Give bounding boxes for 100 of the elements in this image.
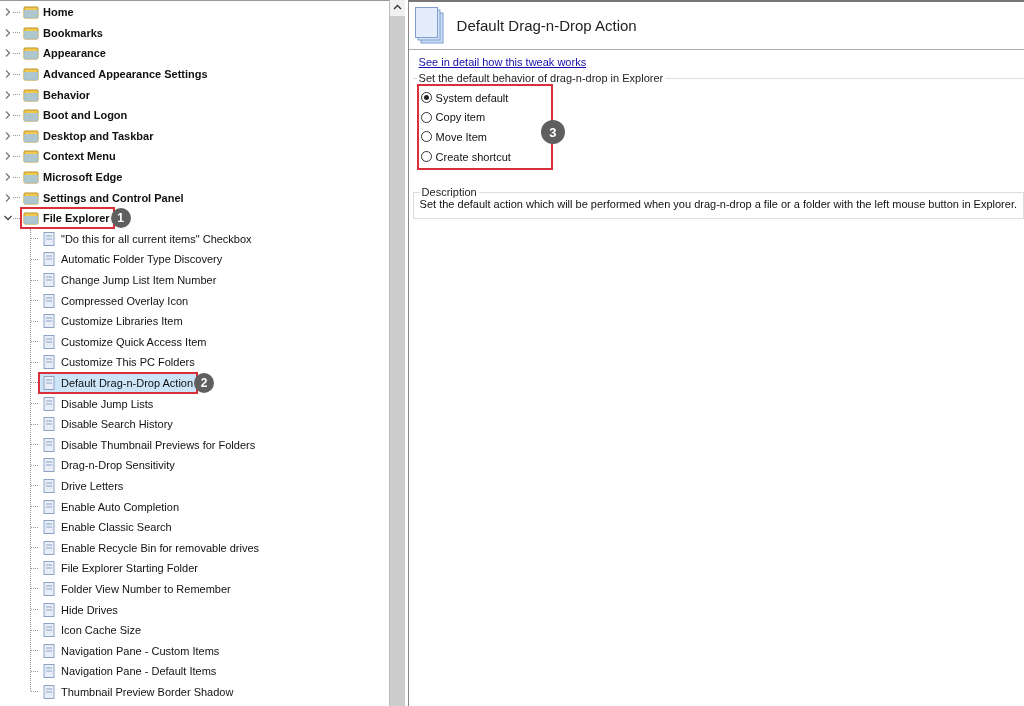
tree-item[interactable]: Advanced Appearance Settings [20,63,213,86]
tree-item-label: Compressed Overlay Icon [61,294,189,307]
page-icon [41,272,57,288]
folder-icon [23,189,39,206]
page-icon [41,683,57,700]
tree-item-label: File Explorer [43,212,110,225]
tree-item[interactable]: Enable Recycle Bin for removable drives [38,536,265,559]
tree-item[interactable]: Folder View Number to Remember [38,577,236,600]
tree-item[interactable]: Home [20,1,79,24]
folder-icon [23,210,39,227]
chevron-right-icon[interactable] [3,172,13,183]
tree-item-label: Enable Recycle Bin for removable drives [61,541,260,554]
callout-number: 1 [110,208,131,229]
page-icon [41,622,57,639]
tree-item[interactable]: Disable Thumbnail Previews for Folders [38,433,261,456]
tree-item[interactable]: Bookmarks [20,21,108,44]
tree-item[interactable]: Enable Auto Completion [38,495,185,518]
tree-item-label: Customize This PC Folders [61,356,195,369]
page-icon [41,498,57,515]
tree-item-label: Navigation Pane - Custom Items [61,644,220,657]
tree-item-label: Change Jump List Item Number [61,274,217,286]
radio-option[interactable]: System default [420,88,511,108]
radio-option[interactable]: Move Item [420,127,511,147]
tree-item[interactable]: Appearance [20,42,111,65]
tree-item[interactable]: Enable Classic Search [38,516,177,539]
tree-item[interactable]: Context Menu [20,145,121,168]
folder-icon [23,169,39,186]
tree-item[interactable]: Thumbnail Preview Border Shadow [38,680,239,703]
tree-item-label: Customize Libraries Item [61,315,183,328]
radio-option[interactable]: Create shortcut [420,146,511,167]
radio-label: Create shortcut [435,150,511,163]
folder-icon [23,45,39,62]
page-icon [41,436,57,453]
tree-item[interactable]: Change Jump List Item Number [38,269,222,291]
page-icon [41,251,57,268]
tree-item[interactable]: File Explorer [20,207,115,230]
page-icon [41,333,57,350]
tree-item[interactable]: Default Drag-n-Drop Action [38,372,199,394]
description-text: Set the default action which will be performed when you drag-n-drop a file or a folder with the left mouse button in Explorer. [419,198,1017,211]
tree-item[interactable]: Customize This PC Folders [38,351,200,374]
tree-item-label: Boot and Logon [43,109,128,122]
tree-item-label: Folder View Number to Remember [61,582,231,595]
chevron-right-icon[interactable] [3,110,13,121]
tree-item-label: Behavior [43,88,91,101]
page-icon [41,395,57,412]
tree-item[interactable]: Disable Search History [38,413,178,436]
tree-item[interactable]: Microsoft Edge [20,166,128,189]
chevron-right-icon[interactable] [3,69,13,80]
chevron-right-icon[interactable] [3,27,13,38]
tree-item[interactable]: Boot and Logon [20,104,133,127]
tree-item[interactable]: Drag-n-Drop Sensitivity [38,454,180,477]
tree-item-label: Customize Quick Access Item [61,335,207,348]
page-icon [41,313,57,330]
tree-item-label: Automatic Folder Type Discovery [61,253,223,266]
tree-item[interactable]: File Explorer Starting Folder [38,557,203,580]
tree-item[interactable]: Disable Jump Lists [38,392,159,415]
tree-item[interactable]: Hide Drives [38,598,123,621]
chevron-right-icon[interactable] [3,130,13,141]
chevron-right-icon[interactable] [3,151,13,162]
radio-button[interactable] [420,92,432,104]
page-icon [41,560,57,577]
detail-link[interactable]: See in detail how this tweak works [418,56,587,68]
page-icon [41,375,57,391]
tree-item[interactable]: Customize Libraries Item [38,310,188,333]
tree-item[interactable]: Automatic Folder Type Discovery [38,248,228,271]
tree-item-label: Desktop and Taskbar [43,129,154,142]
scroll-up-icon[interactable] [389,0,405,16]
radio-label: Copy item [435,111,486,124]
tree-item[interactable]: Behavior [20,83,96,106]
radio-button[interactable] [420,131,432,143]
folder-icon [23,66,39,83]
radio-label: Move Item [435,131,487,143]
tree-item[interactable]: Icon Cache Size [38,619,147,642]
detail-title: Default Drag-n-Drop Action [456,17,637,34]
tree-item[interactable]: Navigation Pane - Custom Items [38,639,225,662]
tree-item[interactable]: Desktop and Taskbar [20,124,159,147]
page-icon [41,416,57,433]
chevron-right-icon[interactable] [3,89,13,100]
tree-item-label: Disable Search History [61,418,173,431]
tree-item-label: Context Menu [43,150,116,163]
scrollbar[interactable] [388,0,405,706]
chevron-right-icon[interactable] [3,192,13,203]
page-icon [41,457,57,474]
tree-item[interactable]: Customize Quick Access Item [38,330,212,353]
tree-item[interactable]: "Do this for all current items" Checkbox [38,227,257,250]
tree-item-label: Navigation Pane - Default Items [61,665,217,678]
tree-item-label: Drive Letters [61,479,124,492]
tree-item-label: Disable Jump Lists [61,397,154,410]
radio-button[interactable] [420,111,432,123]
tree-item[interactable]: Drive Letters [38,474,129,497]
chevron-right-icon[interactable] [3,7,13,18]
chevron-right-icon[interactable] [3,48,13,59]
tree-item[interactable]: Navigation Pane - Default Items [38,660,222,683]
radio-button[interactable] [420,151,432,163]
tree-item[interactable]: Settings and Control Panel [20,186,189,209]
radio-option[interactable]: Copy item [420,107,511,128]
tree-item-label: Settings and Control Panel [43,191,184,204]
tree-item-label: Home [43,6,74,19]
tree-item[interactable]: Compressed Overlay Icon [38,289,194,312]
tree-item-label: Disable Thumbnail Previews for Folders [61,438,256,451]
